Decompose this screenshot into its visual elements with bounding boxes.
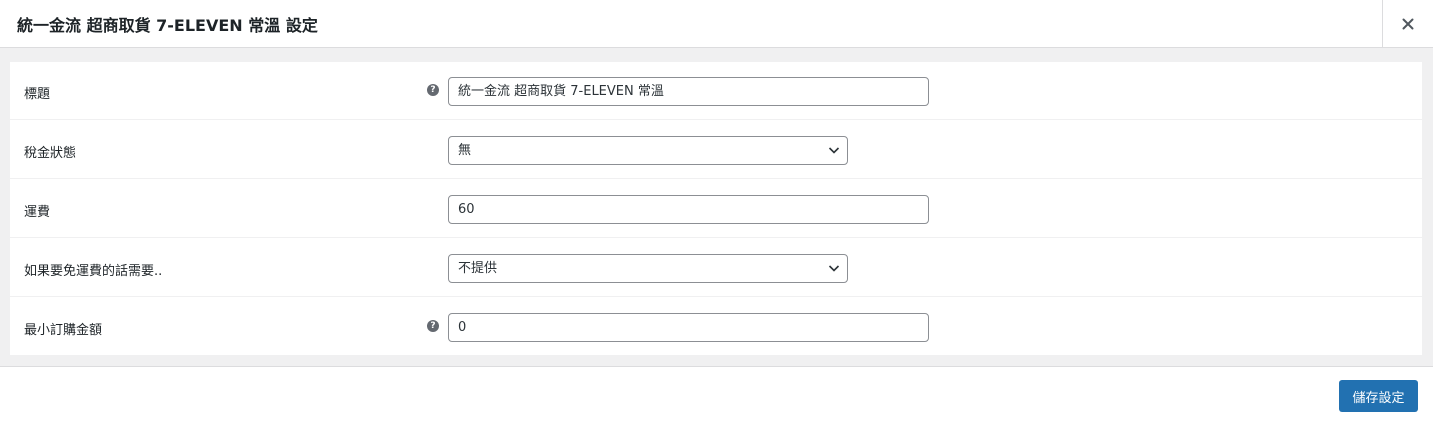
settings-modal: 統一金流 超商取貨 7-ELEVEN 常溫 設定 標題 ? 統一金流 超商取貨 … bbox=[0, 0, 1433, 422]
close-icon bbox=[1402, 18, 1414, 29]
tax-status-label: 稅金狀態 bbox=[24, 146, 77, 161]
free-shipping-value: 不提供 bbox=[458, 261, 498, 276]
row-shipping-cost: 運費 60 bbox=[10, 180, 1422, 238]
modal-header: 統一金流 超商取貨 7-ELEVEN 常溫 設定 bbox=[0, 0, 1433, 48]
help-icon[interactable]: ? bbox=[427, 320, 439, 332]
modal-title: 統一金流 超商取貨 7-ELEVEN 常溫 設定 bbox=[17, 16, 318, 35]
close-button[interactable] bbox=[1382, 0, 1433, 47]
chevron-down-icon bbox=[828, 265, 840, 272]
row-tax-status: 稅金狀態 無 bbox=[10, 121, 1422, 179]
title-input[interactable]: 統一金流 超商取貨 7-ELEVEN 常溫 bbox=[448, 77, 929, 106]
modal-footer: 儲存設定 bbox=[0, 366, 1433, 422]
save-settings-button[interactable]: 儲存設定 bbox=[1339, 380, 1418, 412]
row-min-order: 最小訂購金額 ? 0 bbox=[10, 298, 1422, 356]
row-free-shipping: 如果要免運費的話需要.. 不提供 bbox=[10, 239, 1422, 297]
shipping-cost-input[interactable]: 60 bbox=[448, 195, 929, 224]
min-order-label: 最小訂購金額 bbox=[24, 323, 103, 338]
settings-form: 標題 ? 統一金流 超商取貨 7-ELEVEN 常溫 稅金狀態 無 運費 60 … bbox=[10, 62, 1422, 355]
free-shipping-label: 如果要免運費的話需要.. bbox=[24, 264, 163, 279]
tax-status-select[interactable]: 無 bbox=[448, 136, 848, 165]
shipping-cost-label: 運費 bbox=[24, 205, 51, 220]
tax-status-value: 無 bbox=[458, 143, 472, 158]
help-icon[interactable]: ? bbox=[427, 84, 439, 96]
chevron-down-icon bbox=[828, 147, 840, 154]
free-shipping-select[interactable]: 不提供 bbox=[448, 254, 848, 283]
row-title: 標題 ? 統一金流 超商取貨 7-ELEVEN 常溫 bbox=[10, 62, 1422, 120]
title-label: 標題 bbox=[24, 87, 51, 102]
min-order-input[interactable]: 0 bbox=[448, 313, 929, 342]
